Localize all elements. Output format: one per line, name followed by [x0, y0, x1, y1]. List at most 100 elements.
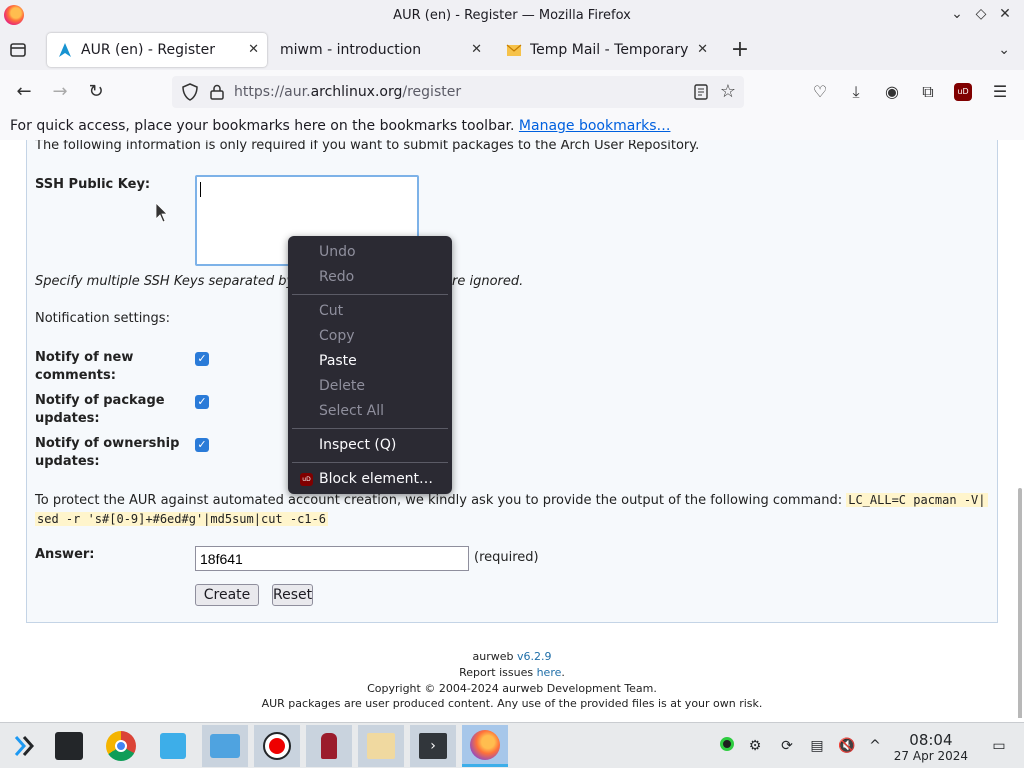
text-editor-icon[interactable]	[358, 725, 404, 767]
menu-separator	[292, 428, 448, 429]
system-settings-icon[interactable]	[46, 725, 92, 767]
notify-ownership-label: Notify of ownership updates:	[35, 436, 180, 469]
menu-item-select-all[interactable]: Select All	[288, 399, 452, 424]
firefox-taskbar-icon[interactable]	[462, 725, 508, 767]
list-all-tabs-icon[interactable]: ⌄	[998, 42, 1010, 58]
window-titlebar: AUR (en) - Register — Mozilla Firefox ⌄ …	[0, 0, 1024, 30]
firefox-logo-icon	[4, 5, 24, 25]
menu-item-cut[interactable]: Cut	[288, 299, 452, 324]
menu-item-undo[interactable]: Undo	[288, 240, 452, 265]
file-manager-icon[interactable]	[202, 725, 248, 767]
clock-time: 08:04	[909, 731, 953, 749]
menu-item-copy[interactable]: Copy	[288, 324, 452, 349]
answer-label: Answer:	[35, 547, 95, 562]
clock-date: 27 Apr 2024	[893, 749, 968, 763]
captcha-answer-input[interactable]	[195, 546, 469, 571]
tracking-protection-shield-icon[interactable]	[182, 83, 198, 101]
firefox-view-icon[interactable]	[8, 40, 28, 60]
show-hidden-icons-icon[interactable]: ^	[866, 737, 884, 755]
status-indicator-icon[interactable]	[718, 737, 736, 755]
discover-store-icon[interactable]	[150, 725, 196, 767]
footer-copyright: Copyright © 2004-2024 aurweb Development…	[367, 682, 657, 695]
wine-icon[interactable]	[306, 725, 352, 767]
account-icon[interactable]: ◉	[882, 82, 902, 102]
tab-miwm[interactable]: miwm - introduction ✕	[270, 33, 490, 67]
tab-aur-register[interactable]: AUR (en) - Register ✕	[47, 33, 267, 67]
footer-version: aurweb v6.2.9	[472, 650, 552, 663]
reader-view-icon[interactable]	[694, 84, 708, 100]
tab-label: AUR (en) - Register	[81, 42, 216, 58]
notify-comments-label: Notify of new comments:	[35, 350, 134, 383]
tab-close-icon[interactable]: ✕	[248, 42, 259, 57]
taskbar: › ⚙ ⟳ ▤ 🔇 ^ 08:04 27 Apr 2024 ▭	[0, 722, 1024, 768]
menu-item-inspect[interactable]: Inspect (Q)	[288, 433, 452, 458]
footer-disclaimer: AUR packages are user produced content. …	[261, 697, 763, 710]
optional-info-text: The following information is only requir…	[35, 140, 700, 153]
tab-strip: AUR (en) - Register ✕ miwm - introductio…	[0, 30, 1024, 70]
tab-close-icon[interactable]: ✕	[471, 42, 482, 57]
menu-item-block-element[interactable]: uD Block element…	[288, 467, 452, 492]
tab-label: Temp Mail - Temporary D	[530, 42, 694, 58]
ublock-origin-icon[interactable]: uD	[954, 83, 972, 101]
page-scrollbar[interactable]	[1018, 488, 1022, 718]
menu-item-paste[interactable]: Paste	[288, 349, 452, 374]
bookmarks-hint: For quick access, place your bookmarks h…	[10, 118, 515, 134]
notify-updates-checkbox[interactable]: ✓	[195, 395, 209, 409]
text-caret	[200, 182, 201, 197]
menu-separator	[292, 294, 448, 295]
bookmark-star-icon[interactable]: ☆	[720, 81, 736, 102]
navigation-toolbar: ← → ↻ https://aur.archlinux.org/register…	[0, 70, 1024, 114]
pocket-icon[interactable]: ♡	[810, 82, 830, 102]
kde-connect-icon[interactable]: ⚙	[746, 737, 764, 755]
page-content: The following information is only requir…	[0, 140, 1024, 718]
arch-logo-icon	[59, 43, 71, 57]
maximize-icon[interactable]: ◇	[974, 5, 988, 23]
minimize-icon[interactable]: ⌄	[950, 5, 964, 23]
captcha-instructions: To protect the AUR against automated acc…	[35, 493, 988, 526]
volume-muted-icon[interactable]: 🔇	[838, 737, 856, 755]
reset-button[interactable]: Reset	[272, 584, 313, 606]
show-desktop-icon[interactable]: ▭	[990, 737, 1008, 755]
ssh-hint-text-right: re ignored.	[452, 274, 524, 289]
notify-updates-label: Notify of package updates:	[35, 393, 165, 426]
notify-ownership-checkbox[interactable]: ✓	[195, 438, 209, 452]
tab-temp-mail[interactable]: Temp Mail - Temporary D ✕	[496, 33, 716, 67]
version-link[interactable]: v6.2.9	[517, 650, 552, 663]
app-menu-icon[interactable]: ☰	[990, 82, 1010, 102]
clipboard-icon[interactable]: ▤	[808, 737, 826, 755]
captcha-command-part2: sed -r 's#[0-9]+#6ed#g'|md5sum|cut -c1-6	[35, 512, 328, 526]
captcha-command-part1: LC_ALL=C pacman -V|	[846, 493, 988, 507]
updates-icon[interactable]: ⟳	[778, 737, 796, 755]
downloads-icon[interactable]: ⤓	[846, 82, 866, 102]
tab-label: miwm - introduction	[280, 42, 422, 58]
clock[interactable]: 08:04 27 Apr 2024	[894, 731, 968, 763]
url-bar[interactable]: https://aur.archlinux.org/register ☆	[172, 76, 744, 108]
forward-icon[interactable]: →	[50, 82, 70, 102]
create-button[interactable]: Create	[195, 584, 259, 606]
menu-item-delete[interactable]: Delete	[288, 374, 452, 399]
footer-report: Report issues here.	[459, 666, 565, 679]
close-window-icon[interactable]: ✕	[998, 5, 1012, 23]
lock-icon[interactable]	[210, 84, 224, 100]
url-text: https://aur.archlinux.org/register	[234, 84, 462, 100]
tab-close-icon[interactable]: ✕	[697, 42, 708, 57]
back-icon[interactable]: ←	[14, 82, 34, 102]
notification-settings-label: Notification settings:	[35, 311, 170, 326]
menu-item-redo[interactable]: Redo	[288, 265, 452, 290]
window-title: AUR (en) - Register — Mozilla Firefox	[393, 7, 631, 23]
notify-comments-checkbox[interactable]: ✓	[195, 352, 209, 366]
menu-item-label: Block element…	[319, 471, 434, 487]
bookmarks-toolbar: For quick access, place your bookmarks h…	[0, 114, 1024, 140]
manage-bookmarks-link[interactable]: Manage bookmarks…	[519, 118, 671, 134]
reload-icon[interactable]: ↻	[86, 82, 106, 102]
screen-recorder-icon[interactable]	[254, 725, 300, 767]
chrome-icon[interactable]	[98, 725, 144, 767]
ssh-hint-text-left: Specify multiple SSH Keys separated by	[35, 274, 295, 289]
extensions-icon[interactable]: ⧉	[918, 82, 938, 102]
terminal-icon[interactable]: ›	[410, 725, 456, 767]
app-launcher-icon[interactable]	[0, 725, 46, 767]
required-note: (required)	[474, 550, 539, 565]
new-tab-button[interactable]: +	[728, 38, 752, 62]
menu-separator	[292, 462, 448, 463]
report-issues-link[interactable]: here	[537, 666, 562, 679]
